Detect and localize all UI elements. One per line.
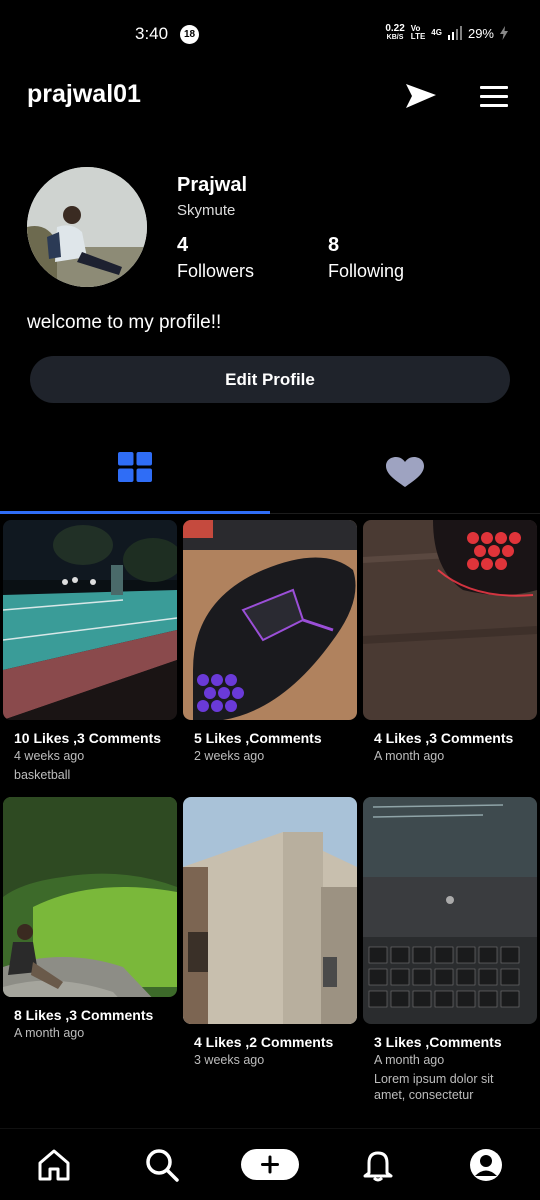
post-image [3,520,177,720]
add-post-button[interactable] [241,1149,299,1180]
bottom-nav [0,1128,540,1200]
post-stats: 4 Likes ,2 Comments [194,1034,334,1050]
post-time: 2 weeks ago [194,749,265,763]
post-stats: 8 Likes ,3 Comments [14,1007,154,1023]
page-title: prajwal01 [27,80,141,108]
edit-profile-button[interactable]: Edit Profile [30,356,510,403]
search-icon[interactable] [144,1147,180,1183]
battery-level: 29% [467,25,494,41]
post-image [183,520,357,720]
profile-tabs [0,440,540,514]
post-item[interactable]: 4 Likes ,3 Comments A month ago [363,520,537,763]
bell-icon[interactable] [360,1147,396,1183]
avatar-photo [27,167,147,287]
volte-bottom-label: LTE [410,32,426,41]
menu-icon[interactable] [480,86,508,108]
send-icon[interactable] [404,82,438,110]
post-time: 4 weeks ago [14,749,85,763]
app-header: prajwal01 [0,80,540,116]
following-stat[interactable]: 8 Following [328,234,404,282]
post-time: 3 weeks ago [194,1053,265,1067]
post-item[interactable]: 3 Likes ,Comments A month ago Lorem ipsu… [363,797,537,1103]
post-image [363,797,537,1024]
post-stats: 5 Likes ,Comments [194,730,322,746]
followers-label: Followers [177,261,255,281]
tab-liked[interactable] [270,440,540,514]
post-time: A month ago [374,1053,445,1067]
post-caption: Lorem ipsum dolor sit amet, consectetur [374,1072,494,1102]
network-type: 4G [431,28,442,37]
post-image [3,797,177,997]
network-speed: 0.22 KB/S [385,24,404,42]
post-caption: basketball [14,768,71,782]
post-stats: 10 Likes ,3 Comments [14,730,162,746]
post-item[interactable]: 8 Likes ,3 Comments A month ago [3,797,177,1040]
status-indicators: 0.22 KB/S Vo LTE 4G 29% [385,24,508,42]
home-icon[interactable] [36,1147,72,1183]
add-icon [261,1155,279,1174]
signal-icon [447,26,462,40]
network-speed-value: 0.22 [385,23,405,34]
avatar[interactable] [27,167,147,287]
profile-name: Prajwal [177,174,248,196]
post-stats: 3 Likes ,Comments [374,1034,502,1050]
post-time: A month ago [374,749,445,763]
profile-icon[interactable] [468,1147,504,1183]
post-item[interactable]: 4 Likes ,2 Comments 3 weeks ago [183,797,357,1067]
following-label: Following [328,261,405,281]
volte-icon: Vo LTE [411,25,426,41]
post-item[interactable]: 10 Likes ,3 Comments 4 weeks ago basketb… [3,520,177,783]
post-image [183,797,357,1024]
profile-subname: Skymute [177,202,236,219]
following-count: 8 [328,234,340,256]
post-time: A month ago [14,1026,85,1040]
status-time: 3:40 [135,24,169,43]
tab-active-indicator [0,511,270,514]
post-stats: 4 Likes ,3 Comments [374,730,514,746]
post-item[interactable]: 5 Likes ,Comments 2 weeks ago [183,520,357,763]
profile-bio: welcome to my profile!! [27,312,222,333]
followers-stat[interactable]: 4 Followers [177,234,254,282]
status-bar: 3:40 18 0.22 KB/S Vo LTE 4G 29% [0,0,540,66]
network-speed-unit: KB/S [386,34,404,41]
followers-count: 4 [177,234,189,256]
post-image [363,520,537,720]
charging-icon [500,26,508,40]
heart-icon [386,457,424,487]
grid-icon [118,452,152,482]
tab-posts[interactable] [0,440,270,514]
notification-count-badge: 18 [180,25,199,44]
